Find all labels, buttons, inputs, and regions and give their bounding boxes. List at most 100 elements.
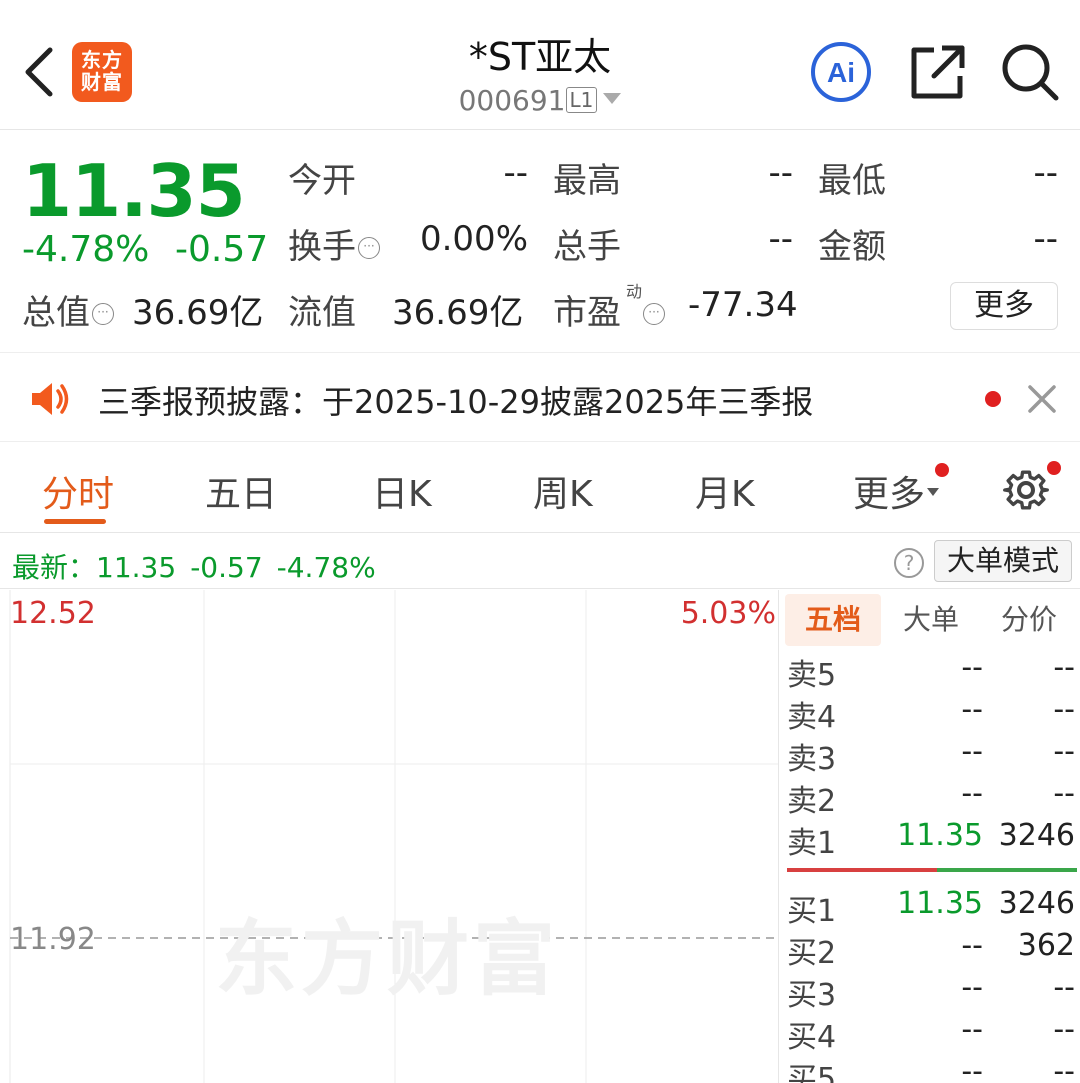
turnover-value: 0.00% bbox=[419, 219, 528, 259]
ask-label: 卖4 bbox=[787, 700, 837, 735]
high-value: -- bbox=[768, 153, 793, 193]
axis-max-pct: 5.03% bbox=[680, 596, 776, 631]
ask-row: 卖3 -- -- bbox=[779, 734, 1080, 777]
pe-value: -77.34 bbox=[688, 285, 798, 325]
ask-row: 卖1 11.35 3246 bbox=[779, 818, 1080, 861]
latest-summary: 最新：11.35 -0.57 -4.78% bbox=[12, 546, 390, 586]
ask-volume: -- bbox=[1053, 734, 1075, 769]
ai-label: Ai bbox=[827, 57, 855, 88]
top-bar: 东方 财富 *ST亚太 000691 L1 Ai bbox=[0, 0, 1080, 130]
logo-text-line1: 东方 bbox=[81, 48, 123, 72]
tab-more-label: 更多 bbox=[853, 474, 926, 515]
caret-down-icon bbox=[603, 93, 622, 104]
tab-five-levels[interactable]: 五档 bbox=[785, 594, 881, 646]
bid-row: 买2 -- 362 bbox=[779, 928, 1080, 971]
tab-weekly-k[interactable]: 周K bbox=[533, 465, 593, 517]
tab-big-orders[interactable]: 大单 bbox=[883, 594, 979, 646]
speaker-icon bbox=[32, 383, 69, 415]
bid-label: 买5 bbox=[787, 1062, 837, 1083]
latest-price-line: 最新：11.35 -0.57 -4.78% ? 大单模式 bbox=[0, 534, 1080, 589]
bid-price: -- bbox=[961, 970, 983, 1005]
intraday-chart[interactable]: 东方财富 12.52 5.03% 11.92 bbox=[0, 590, 778, 1083]
info-icon: ··· bbox=[92, 303, 114, 325]
big-order-mode-button[interactable]: 大单模式 bbox=[934, 540, 1072, 582]
ask-volume: -- bbox=[1053, 692, 1075, 727]
bid-price: -- bbox=[961, 1012, 983, 1047]
open-value: -- bbox=[503, 153, 528, 193]
tab-price-distribution[interactable]: 分价 bbox=[981, 594, 1077, 646]
order-book: 五档 大单 分价 卖5 -- -- 卖4 -- -- 卖3 -- -- 卖2 -- -- 卖1 1… bbox=[778, 590, 1080, 1083]
ask-price: -- bbox=[961, 692, 983, 727]
tab-monthly-k[interactable]: 月K bbox=[695, 465, 755, 517]
change-percent: -4.78% bbox=[22, 229, 150, 270]
more-quote-button[interactable]: 更多 bbox=[950, 282, 1058, 330]
bid-row: 买3 -- -- bbox=[779, 970, 1080, 1013]
market-cap-label-text: 总值 bbox=[22, 293, 90, 333]
tab-more[interactable]: 更多 bbox=[853, 465, 940, 517]
active-tab-indicator bbox=[44, 519, 106, 524]
high-label: 最高 bbox=[553, 161, 621, 201]
axis-prev-close: 11.92 bbox=[10, 922, 96, 957]
search-icon[interactable] bbox=[1000, 42, 1060, 102]
stock-name[interactable]: *ST亚太 bbox=[340, 26, 740, 81]
close-icon[interactable] bbox=[1024, 379, 1060, 419]
stock-code-selector[interactable]: 000691 L1 bbox=[340, 84, 740, 117]
market-cap-value: 36.69亿 bbox=[132, 293, 264, 333]
more-tab-badge-dot bbox=[935, 463, 949, 477]
app-logo[interactable]: 东方 财富 bbox=[72, 42, 132, 102]
bid-volume: -- bbox=[1053, 1012, 1075, 1047]
tab-intraday[interactable]: 分时 bbox=[42, 465, 114, 517]
ask-row: 卖5 -- -- bbox=[779, 650, 1080, 693]
tab-five-day[interactable]: 五日 bbox=[205, 465, 277, 517]
turnover-label[interactable]: 换手 ··· bbox=[288, 219, 380, 268]
ask-price: 11.35 bbox=[897, 818, 983, 853]
bid-volume: 3246 bbox=[998, 886, 1075, 921]
logo-text-line2: 财富 bbox=[81, 70, 123, 94]
change-amount: -0.57 bbox=[175, 229, 269, 270]
last-price: 11.35 bbox=[22, 149, 246, 233]
back-arrow-icon[interactable] bbox=[18, 42, 58, 102]
market-cap-label[interactable]: 总值 ··· bbox=[22, 285, 114, 334]
bid-label: 买1 bbox=[787, 894, 837, 929]
stock-code: 000691 bbox=[458, 84, 566, 117]
pe-label[interactable]: 市盈 ··· bbox=[553, 285, 665, 334]
latest-price: 11.35 bbox=[96, 551, 177, 584]
ask-volume: -- bbox=[1053, 650, 1075, 685]
low-label: 最低 bbox=[818, 161, 886, 201]
bid-row: 买5 -- -- bbox=[779, 1054, 1080, 1083]
period-tabs: 分时 五日 日K 周K 月K 更多 bbox=[0, 443, 1080, 533]
watermark: 东方财富 bbox=[215, 912, 560, 1007]
open-label: 今开 bbox=[288, 161, 356, 201]
latest-pct: -4.78% bbox=[276, 551, 376, 584]
settings-gear-icon[interactable] bbox=[1000, 464, 1052, 516]
ask-label: 卖2 bbox=[787, 784, 837, 819]
ai-assistant-icon[interactable]: Ai bbox=[809, 40, 873, 104]
float-cap-value: 36.69亿 bbox=[392, 293, 524, 333]
bid-volume: 362 bbox=[1017, 928, 1075, 963]
bid-label: 买3 bbox=[787, 978, 837, 1013]
bid-row: 买4 -- -- bbox=[779, 1012, 1080, 1055]
ask-row: 卖2 -- -- bbox=[779, 776, 1080, 819]
ask-price: -- bbox=[961, 776, 983, 811]
axis-max-price: 12.52 bbox=[10, 596, 96, 631]
bid-label: 买4 bbox=[787, 1020, 837, 1055]
pe-dynamic-mark: 动 bbox=[626, 282, 643, 301]
tab-daily-k[interactable]: 日K bbox=[372, 465, 432, 517]
settings-badge-dot bbox=[1047, 461, 1061, 475]
bid-row: 买1 11.35 3246 bbox=[779, 886, 1080, 929]
quote-level-badge: L1 bbox=[565, 87, 598, 113]
announcement-text[interactable]: 三季报预披露：于2025-10-29披露2025年三季报 bbox=[98, 377, 813, 423]
help-icon[interactable]: ? bbox=[894, 548, 924, 578]
bid-price: -- bbox=[961, 1054, 983, 1083]
ask-price: -- bbox=[961, 734, 983, 769]
ask-row: 卖4 -- -- bbox=[779, 692, 1080, 735]
share-icon[interactable] bbox=[908, 42, 968, 102]
bid-volume: -- bbox=[1053, 970, 1075, 1005]
volume-value: -- bbox=[768, 219, 793, 259]
turnover-label-text: 换手 bbox=[288, 227, 356, 267]
ask-volume: 3246 bbox=[998, 818, 1075, 853]
ask-label: 卖3 bbox=[787, 742, 837, 777]
float-cap-label: 流值 bbox=[288, 293, 356, 333]
bid-volume: -- bbox=[1053, 1054, 1075, 1083]
announcement-bar[interactable]: 三季报预披露：于2025-10-29披露2025年三季报 bbox=[0, 352, 1080, 442]
